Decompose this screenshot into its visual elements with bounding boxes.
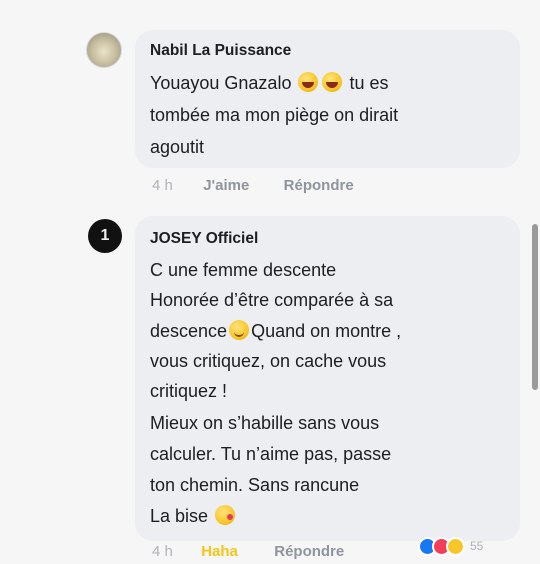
comment-text-line: Youayou Gnazalo tu es (150, 72, 389, 94)
comment-text: Youayou Gnazalo (150, 73, 292, 93)
smiling-face-icon (229, 320, 250, 340)
avatar-glyph: 1 (100, 227, 110, 244)
laughing-face-icon (298, 72, 319, 92)
haha-button[interactable]: Haha (201, 543, 238, 560)
reply-button[interactable]: Répondre (284, 177, 354, 194)
comment-text-line: tombée ma mon piège on dirait (150, 105, 399, 125)
laughing-face-icon (322, 72, 343, 92)
comment-author[interactable]: Nabil La Puissance (150, 42, 291, 60)
comment-text-line: agoutit (150, 137, 205, 157)
kissing-face-icon (215, 505, 236, 525)
scrollbar[interactable] (532, 224, 538, 390)
comment-text-line: ton chemin. Sans rancune (150, 475, 360, 495)
comment-time: 4 h (152, 543, 173, 560)
comment-text: tu es (349, 73, 389, 93)
comment-text-line: Mieux on s’habille sans vous (150, 413, 380, 433)
reaction-summary[interactable]: 55 (418, 534, 483, 558)
comment-author[interactable]: JOSEY Officiel (150, 230, 258, 248)
comment-text-line: La bise (150, 505, 237, 527)
comment-text-line: C une femme descente (150, 260, 337, 280)
comment-text: La bise (150, 506, 209, 526)
comment-text-line: calculer. Tu n’aime pas, passe (150, 444, 392, 464)
comments-thread: Nabil La Puissance Youayou Gnazalo tu es… (0, 0, 540, 564)
comment-text-line: critiquez ! (150, 381, 228, 401)
avatar[interactable] (86, 32, 122, 68)
like-button[interactable]: J'aime (203, 177, 249, 194)
avatar[interactable]: 1 (88, 219, 122, 253)
comment-time: 4 h (152, 177, 173, 194)
comment-text-line: Honorée d’être comparée à sa (150, 290, 394, 310)
comment-text: descence (150, 321, 228, 341)
reply-button[interactable]: Répondre (274, 543, 344, 560)
comment-actions: 4 h Haha Répondre (152, 543, 344, 560)
haha-reaction-icon (446, 536, 465, 556)
comment-text: Quand on montre , (251, 321, 402, 341)
comment-text-line: descence Quand on montre , (150, 320, 401, 342)
reaction-count: 55 (470, 539, 484, 553)
comment-actions: 4 h J'aime Répondre (152, 177, 354, 194)
comment-text-line: vous critiquez, on cache vous (150, 351, 387, 371)
